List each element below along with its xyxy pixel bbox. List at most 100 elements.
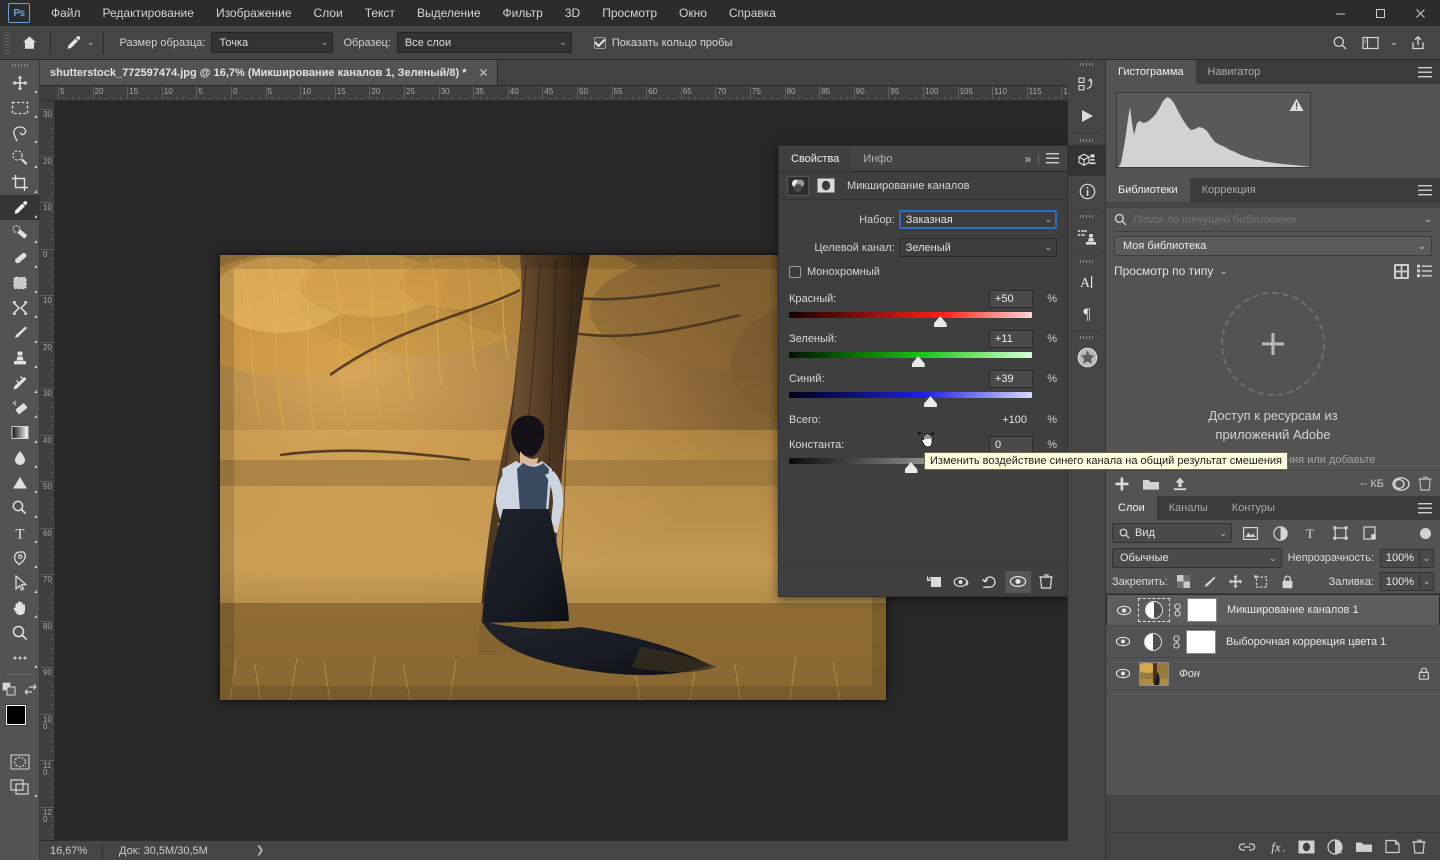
layer-visibility-icon[interactable] (1110, 668, 1136, 679)
patch-tool[interactable] (0, 270, 40, 295)
new-group-icon[interactable] (1355, 840, 1373, 854)
burn-tool[interactable] (0, 495, 40, 520)
zoom-level[interactable]: 16,67% (40, 845, 102, 857)
sample-size-select[interactable]: Точка ⌄ (211, 32, 334, 53)
lock-all-icon[interactable] (1278, 572, 1298, 592)
quick-mask-icon[interactable] (0, 749, 40, 774)
delete-icon[interactable] (1418, 476, 1432, 491)
grid-view-icon[interactable] (1394, 263, 1409, 279)
filter-type-icon[interactable]: T (1298, 522, 1322, 544)
menu-item-window[interactable]: Окно (668, 3, 718, 23)
sample-select[interactable]: Все слои ⌄ (396, 32, 572, 53)
path-selection-tool[interactable] (0, 570, 40, 595)
dock-grip-4[interactable] (1068, 257, 1105, 266)
menu-item-image[interactable]: Изображение (205, 3, 303, 23)
lasso-tool[interactable] (0, 120, 40, 145)
pen-tool[interactable] (0, 545, 40, 570)
library-search-row[interactable]: ⌄ (1114, 208, 1432, 232)
eraser-tool[interactable] (0, 395, 40, 420)
actions-play-icon[interactable] (1068, 100, 1106, 131)
maximize-button[interactable] (1360, 0, 1400, 26)
document-tab[interactable]: shutterstock_772597474.jpg @ 16,7% (Микш… (40, 60, 498, 85)
menu-item-layers[interactable]: Слои (303, 3, 354, 23)
tab-adjustments[interactable]: Коррекция (1190, 178, 1268, 202)
library-search-input[interactable] (1133, 213, 1424, 226)
new-layer-icon[interactable] (1385, 839, 1400, 854)
toolbar-grip[interactable] (0, 60, 39, 70)
tab-navigator[interactable]: Навигатор (1196, 60, 1273, 84)
delete-icon[interactable] (1033, 571, 1059, 593)
layer-style-fx-icon[interactable]: fx (1268, 839, 1286, 854)
layer-name[interactable]: Выборочная коррекция цвета 1 (1226, 636, 1386, 648)
tab-layers[interactable]: Слои (1106, 496, 1157, 520)
menu-item-text[interactable]: Текст (354, 3, 406, 23)
properties-panel[interactable]: Свойства Инфо » | Микширование каналов Н… (778, 145, 1289, 597)
minimize-button[interactable] (1320, 0, 1360, 26)
styles-icon[interactable] (1068, 342, 1106, 373)
close-button[interactable] (1400, 0, 1440, 26)
table-row[interactable]: Микширование каналов 1 (1106, 594, 1440, 626)
zoom-tool[interactable] (0, 620, 40, 645)
clip-to-layer-icon[interactable] (921, 571, 947, 593)
menu-item-select[interactable]: Выделение (406, 3, 492, 23)
dock-grip-5[interactable] (1068, 333, 1105, 342)
library-select[interactable]: Моя библиотека ⌄ (1114, 236, 1432, 256)
green-slider-track[interactable] (789, 352, 1032, 367)
delete-layer-icon[interactable] (1412, 839, 1426, 854)
chevron-down-icon[interactable]: ⌄ (1420, 548, 1434, 568)
default-colors-icon[interactable] (2, 682, 16, 696)
character-icon[interactable]: A (1068, 266, 1106, 297)
tab-properties[interactable]: Свойства (779, 146, 852, 171)
hand-tool[interactable] (0, 595, 40, 620)
quick-selection-tool[interactable] (0, 145, 40, 170)
blur-tool[interactable] (0, 445, 40, 470)
eyedropper-tool[interactable] (0, 195, 40, 220)
history-brush-tool[interactable] (0, 370, 40, 395)
fill-value[interactable]: 100% (1380, 572, 1420, 591)
tab-histogram[interactable]: Гистограмма (1106, 60, 1196, 84)
preset-select[interactable]: Заказная ⌄ (898, 210, 1057, 229)
dock-grip-2[interactable] (1068, 136, 1105, 145)
layer-visibility-icon[interactable] (1111, 605, 1137, 616)
vertical-ruler[interactable]: 30 20 10 0 10 20 30 40 50 60 70 80 90 100 110 120 (40, 101, 55, 840)
dodge-tool[interactable] (0, 470, 40, 495)
creative-cloud-icon[interactable] (1392, 476, 1410, 491)
layer-thumbnail[interactable] (1136, 629, 1170, 655)
filter-smart-object-icon[interactable] (1358, 522, 1382, 544)
horizontal-ruler[interactable]: 5 20 15 10 5 0 5 10 15 20 25 30 35 40 45 50 55 60 65 70 75 80… (40, 86, 1088, 101)
panel-menu-icon[interactable] (1418, 60, 1440, 84)
layer-filter-select[interactable]: Вид ⌄ (1112, 523, 1232, 543)
lock-artboard-nesting-icon[interactable] (1252, 572, 1272, 592)
green-value-input[interactable]: +11 (989, 330, 1033, 348)
gradient-tool[interactable] (0, 420, 40, 445)
menu-item-view[interactable]: Просмотр (591, 3, 668, 23)
move-tool[interactable] (0, 70, 40, 95)
close-icon[interactable]: ✕ (479, 66, 489, 80)
color-swatches[interactable] (0, 703, 40, 745)
reset-icon[interactable] (977, 571, 1003, 593)
add-layer-mask-icon[interactable] (1298, 840, 1315, 854)
healing-brush-tool[interactable] (0, 245, 40, 270)
paragraph-icon[interactable]: ¶ (1068, 297, 1106, 328)
red-value-input[interactable]: +50 (989, 290, 1033, 308)
blend-mode-select[interactable]: Обычные ⌄ (1112, 548, 1282, 568)
crop-tool[interactable] (0, 170, 40, 195)
tab-info[interactable]: Инфо (851, 146, 904, 171)
opacity-value[interactable]: 100% (1380, 548, 1420, 568)
workspace-icon[interactable] (1356, 30, 1384, 56)
document-info[interactable]: Док: 30,5M/30,5M (103, 845, 208, 857)
link-mask-icon[interactable] (1171, 603, 1183, 617)
layer-visibility-icon[interactable] (1110, 636, 1136, 647)
lock-image-pixels-icon[interactable] (1200, 572, 1220, 592)
layer-thumbnail[interactable] (1137, 597, 1171, 623)
menu-item-edit[interactable]: Редактирование (92, 3, 205, 23)
layer-name[interactable]: Фон (1179, 668, 1200, 680)
filter-enable-toggle[interactable] (1420, 527, 1431, 539)
type-tool[interactable]: T (0, 520, 40, 545)
monochrome-checkbox[interactable]: Монохромный (789, 266, 1057, 278)
chevron-down-icon[interactable]: ⌄ (1420, 572, 1434, 591)
dock-grip-3[interactable] (1068, 212, 1105, 221)
expand-icon[interactable]: » (1024, 152, 1031, 166)
table-row[interactable]: Выборочная коррекция цвета 1 (1106, 626, 1440, 658)
clone-stamp-tool[interactable] (0, 345, 40, 370)
